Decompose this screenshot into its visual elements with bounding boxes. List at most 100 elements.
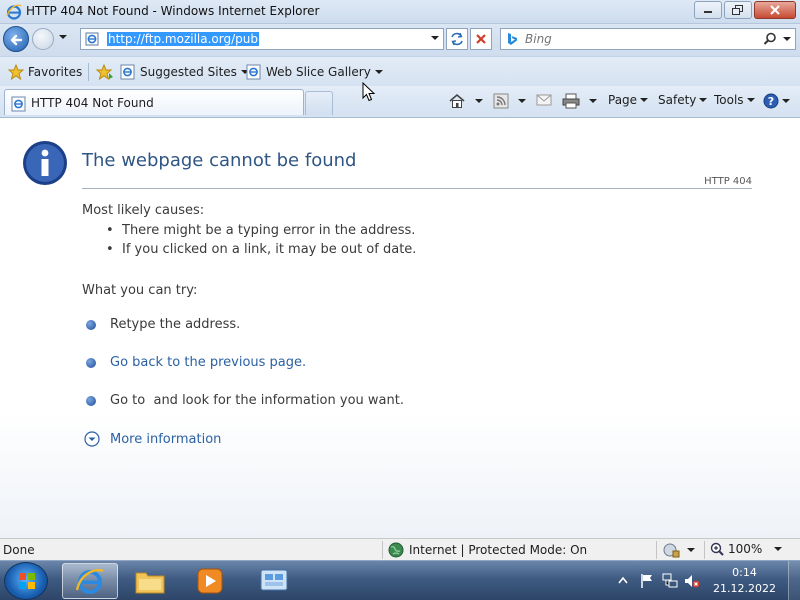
favorites-button[interactable]: Favorites [8,64,82,80]
taskbar-media-player[interactable] [182,563,238,599]
action-center-flag-icon[interactable] [640,573,654,589]
page-icon [85,32,99,46]
back-button[interactable] [3,26,29,52]
close-icon [770,5,780,15]
favorites-separator [88,63,89,81]
error-title: The webpage cannot be found [82,150,357,171]
address-bar[interactable]: http://ftp.mozilla.org/pub [80,28,444,50]
print-dropdown[interactable] [589,99,597,103]
tab-title: HTTP 404 Not Found [31,96,154,110]
zoom-icon [710,542,724,556]
add-favorite-icon [96,64,113,80]
status-text: Done [3,543,35,557]
ie-page-icon [246,64,261,80]
safety-menu[interactable]: Safety [658,93,708,107]
window-title: HTTP 404 Not Found - Windows Internet Ex… [26,4,320,18]
bullet-icon [86,357,96,368]
svg-text:?: ? [768,95,774,108]
read-mail-button[interactable] [536,93,552,107]
security-zone[interactable]: Internet | Protected Mode: On [388,542,587,558]
protected-mode-dropdown[interactable] [687,548,695,552]
web-slice-gallery-label: Web Slice Gallery [266,65,371,79]
zoom-control[interactable]: 100% [710,542,783,556]
address-url[interactable]: http://ftp.mozilla.org/pub [107,32,259,46]
web-slice-gallery-dropdown[interactable] [374,70,383,74]
add-to-favorites-bar-button[interactable] [96,64,114,80]
taskbar-internet-explorer[interactable] [62,563,118,599]
help-dropdown[interactable] [782,99,790,103]
taskbar-file-explorer[interactable] [122,563,178,599]
folder-icon [135,572,165,594]
back-arrow-icon [10,34,23,46]
protected-mode-button[interactable] [662,542,695,558]
show-desktop-button[interactable] [788,561,800,600]
search-input[interactable] [525,31,755,47]
cause-item: There might be a typing error in the add… [106,223,415,238]
print-button[interactable] [562,93,597,109]
minimize-button[interactable] [694,1,722,19]
try-item-go-to: Go to and look for the information you w… [86,393,404,408]
system-tray: 0:14 21.12.2022 [600,561,800,600]
tools-menu[interactable]: Tools [714,93,755,107]
page-menu-dropdown[interactable] [640,98,649,102]
page-menu-label: Page [608,93,638,107]
forward-button[interactable] [32,28,54,50]
address-dropdown[interactable] [431,36,439,40]
tab-http-404[interactable]: HTTP 404 Not Found [4,89,304,115]
suggested-sites-button[interactable]: Suggested Sites [120,64,249,80]
info-icon [23,141,67,185]
feeds-dropdown[interactable] [518,99,526,103]
search-box[interactable] [500,28,796,50]
suggested-sites-label: Suggested Sites [140,65,237,79]
safety-menu-label: Safety [658,93,697,107]
clock[interactable]: 0:14 21.12.2022 [713,565,776,597]
favorites-label: Favorites [28,65,83,79]
page-menu[interactable]: Page [608,93,649,107]
star-icon [8,64,24,80]
taskbar-control-panel[interactable] [246,563,302,599]
try-item-retype: Retype the address. [86,317,240,332]
taskbar: 0:14 21.12.2022 [0,560,800,600]
help-button[interactable]: ? [763,93,790,109]
search-options-dropdown[interactable] [783,37,791,41]
status-divider [704,541,705,559]
help-icon: ? [763,93,779,109]
close-window-button[interactable] [754,1,796,19]
command-bar: HTTP 404 Not Found Page Safety Tools ? [0,86,800,118]
zoom-dropdown[interactable] [774,547,783,551]
volume-muted-icon[interactable] [684,573,700,589]
try-heading: What you can try: [82,283,198,298]
search-icon[interactable] [763,32,777,46]
stop-button[interactable] [470,28,492,50]
causes-heading: Most likely causes: [82,203,205,218]
tools-menu-dropdown[interactable] [746,98,755,102]
home-dropdown[interactable] [475,99,483,103]
refresh-button[interactable] [446,28,468,50]
mail-icon [536,94,552,106]
stop-icon [476,34,486,44]
recent-pages-dropdown[interactable] [59,35,67,39]
media-player-icon [197,568,223,594]
error-code: HTTP 404 [704,176,752,187]
title-divider [82,188,752,189]
cause-item: If you clicked on a link, it may be out … [106,242,416,257]
title-bar: HTTP 404 Not Found - Windows Internet Ex… [0,0,800,24]
zoom-level: 100% [728,542,763,556]
feeds-button[interactable] [493,93,526,109]
refresh-icon [451,32,463,46]
rss-feed-icon [493,93,509,109]
more-information-link[interactable]: More information [84,431,221,447]
security-zone-label: Internet | Protected Mode: On [409,543,588,557]
restore-button[interactable] [724,1,752,19]
start-button[interactable] [4,562,48,600]
safety-menu-dropdown[interactable] [699,98,708,102]
home-button[interactable] [448,93,483,109]
navigation-bar: http://ftp.mozilla.org/pub [0,24,800,56]
show-hidden-icons-icon[interactable] [618,576,628,584]
network-icon[interactable] [662,573,678,589]
go-back-link[interactable]: Go back to the previous page. [110,355,306,370]
web-slice-gallery-button[interactable]: Web Slice Gallery [246,64,383,80]
new-tab-button[interactable] [305,91,333,115]
ie-page-icon [11,96,26,112]
ie-logo-icon [75,568,104,594]
